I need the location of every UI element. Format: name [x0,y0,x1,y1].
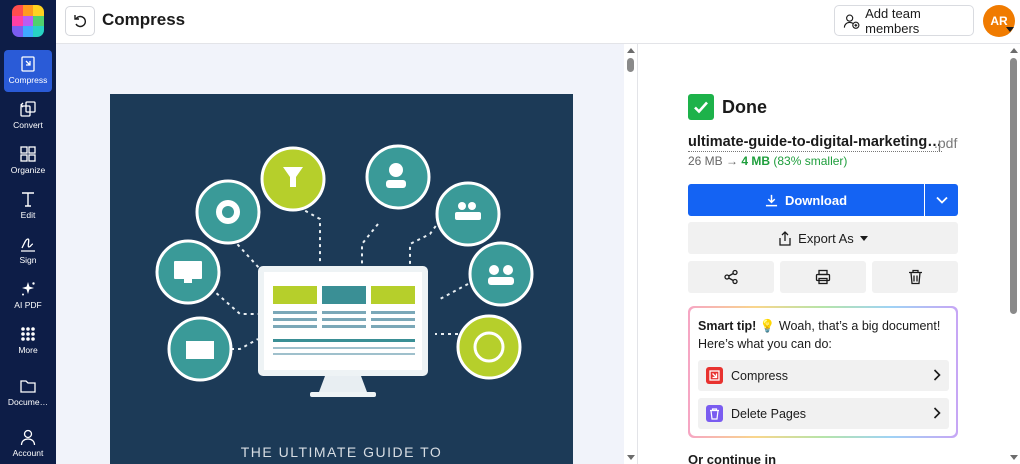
sidebar-item-label: Edit [20,210,36,220]
sidebar-item-convert[interactable]: Convert [4,95,52,137]
scroll-thumb[interactable] [1010,58,1017,314]
export-as-label: Export As [798,230,854,246]
sidebar-item-compress[interactable]: Compress [4,50,52,92]
trash-icon [908,269,922,285]
delete-button[interactable] [872,261,958,293]
document-preview: THE ULTIMATE GUIDE TO [56,44,624,464]
chevron-right-icon [933,369,941,381]
smart-tip-card: Smart tip! 💡 Woah, that’s a big document… [688,306,958,438]
undo-button[interactable] [65,6,95,36]
smart-tip-line2: Here’s what you can do: [698,337,832,351]
sidebar-item-account[interactable]: Account [4,423,52,464]
sidebar-item-ai-pdf[interactable]: AI PDF [4,275,52,317]
sidebar: Compress Convert Organize Edit Sign AI P… [0,0,56,464]
sidebar-item-edit[interactable]: Edit [4,185,52,227]
compress-icon [21,56,35,72]
user-icon [20,429,36,446]
sidebar-item-label: Convert [13,120,43,130]
app-logo[interactable] [12,5,44,37]
tip-action-delete-pages[interactable]: Delete Pages [698,398,949,429]
app: Compress Convert Organize Edit Sign AI P… [0,0,1020,464]
arrow: → [726,154,739,168]
edit-icon [22,192,34,207]
chevron-right-icon [933,407,941,419]
sidebar-item-sign[interactable]: Sign [4,230,52,272]
preview-scrollbar[interactable] [624,44,638,464]
convert-icon [20,101,36,117]
scroll-up-arrow[interactable] [1010,48,1018,53]
scroll-thumb[interactable] [627,58,634,72]
tip-action-label: Compress [731,368,788,383]
tip-action-compress[interactable]: Compress [698,360,949,391]
print-button[interactable] [780,261,866,293]
status-text: Done [722,96,767,117]
document-page: THE ULTIMATE GUIDE TO [110,94,573,464]
tip-action-label: Delete Pages [731,406,807,421]
sidebar-item-label: Docume… [7,397,49,407]
smart-tip-heading: Smart tip! [698,319,757,333]
page-title: Compress [102,10,186,29]
avatar[interactable]: AR [983,5,1015,37]
sign-icon [21,238,35,252]
check-icon [688,94,714,120]
result-panel: Done ultimate-guide-to-digital-marketing… [638,44,1010,464]
old-size: 26 MB [688,154,723,168]
smart-tip-line1: Woah, that’s a big document! [778,319,941,333]
top-bar: Compress Add team members AR [56,0,1020,44]
sidebar-item-label: More [18,345,38,355]
printer-icon [815,269,831,285]
sidebar-item-more[interactable]: More [4,320,52,362]
lightbulb-icon: 💡 [759,319,776,333]
document-caption: THE ULTIMATE GUIDE TO [240,444,443,460]
file-extension: .pdf [934,135,958,151]
new-size: 4 MB [741,154,771,168]
add-team-members-button[interactable]: Add team members [834,5,974,36]
sidebar-item-label: Account [12,448,44,458]
avatar-caret-icon[interactable] [1006,27,1014,32]
add-team-members-label: Add team members [865,5,921,36]
reduction-percent: (83% smaller) [773,154,848,168]
download-label: Download [784,192,848,208]
sidebar-item-label: Compress [8,75,48,85]
add-user-icon [843,14,860,29]
sidebar-item-label: Sign [19,255,37,265]
trash-icon [706,405,723,422]
scroll-down-arrow[interactable] [1010,455,1018,460]
export-as-button[interactable]: Export As [688,222,958,254]
download-options-button[interactable] [925,184,958,216]
share-icon [724,269,738,285]
sidebar-item-label: AI PDF [14,300,42,310]
scroll-down-arrow[interactable] [627,455,635,460]
sidebar-item-label: Organize [10,165,46,175]
download-button[interactable]: Download [688,184,924,216]
share-export-icon [779,230,791,246]
sidebar-item-organize[interactable]: Organize [4,140,52,182]
share-button[interactable] [688,261,774,293]
smart-tip-text: Smart tip! 💡 Woah, that’s a big document… [698,317,948,353]
organize-icon [20,146,36,162]
continue-in-heading: Or continue in [688,452,777,464]
compress-icon [706,367,723,384]
file-name[interactable]: ultimate-guide-to-digital-marketing… [688,134,942,152]
panel-scrollbar[interactable] [1008,44,1020,464]
sidebar-item-documents[interactable]: Docume… [4,372,52,414]
scroll-up-arrow[interactable] [627,48,635,53]
undo-icon [74,15,86,28]
download-icon [765,194,778,206]
folder-icon [20,380,36,393]
status-row: Done [688,94,767,120]
digital-marketing-illustration [155,144,534,397]
grid-icon [21,327,35,341]
sparkle-icon [22,282,35,296]
size-summary: 26 MB → 4 MB (83% smaller) [688,154,847,168]
chevron-down-icon [935,196,948,204]
caret-down-icon [859,235,868,241]
